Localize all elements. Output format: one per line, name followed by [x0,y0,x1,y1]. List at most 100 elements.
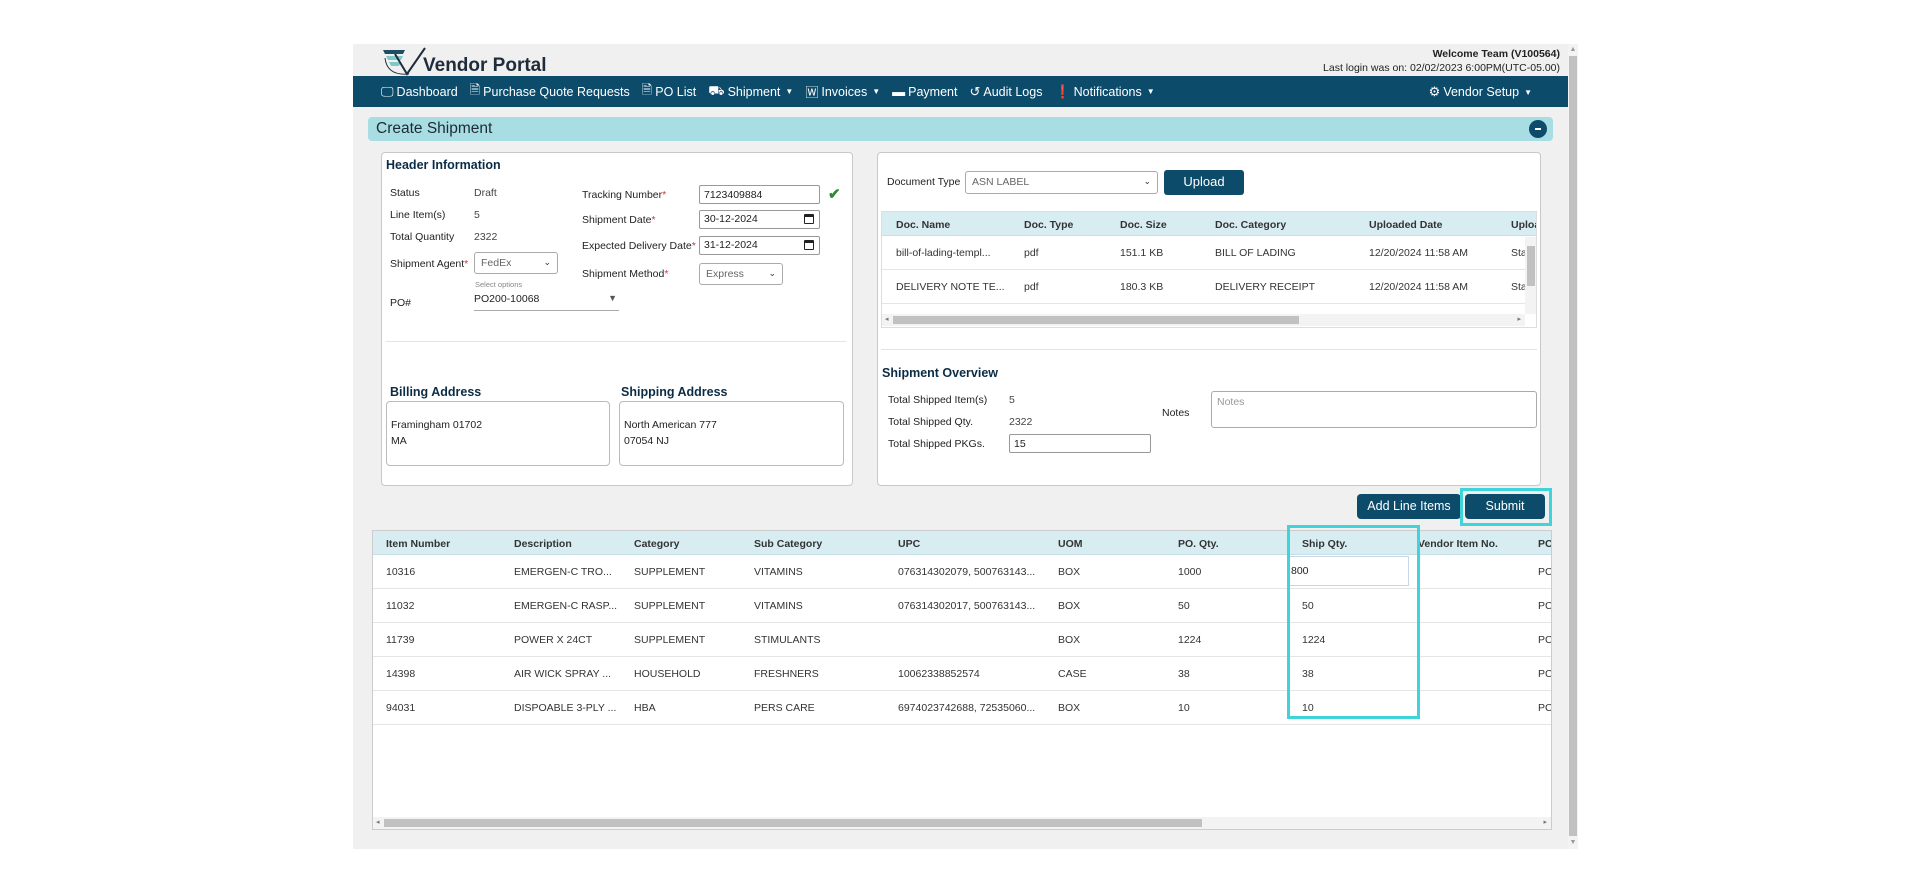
nav-label: Payment [908,84,958,99]
expected-delivery-date-input[interactable]: 31-12-2024 [699,236,820,255]
scroll-left-icon[interactable]: ◂ [376,817,380,829]
page-title: Create Shipment [376,120,493,137]
uom: BOX [1058,702,1081,714]
ship-qty-input[interactable]: 800 [1289,556,1409,586]
nav-dashboard[interactable]: 🖵 Dashboard [381,84,458,100]
column-header[interactable]: Sub Category [754,538,822,550]
submit-button[interactable]: Submit [1465,494,1545,519]
header-information-title: Header Information [386,158,501,172]
scroll-left-icon[interactable]: ◂ [885,314,889,326]
gear-icon: ⚙ [1428,84,1441,99]
ship-qty[interactable]: 38 [1302,668,1314,680]
scrollbar-thumb[interactable] [384,819,1202,827]
calendar-icon[interactable] [804,214,814,224]
uom: BOX [1058,566,1081,578]
column-header[interactable]: Ship Qty. [1302,538,1347,550]
column-header[interactable]: Category [634,538,680,550]
column-header[interactable]: Uploaded Date [1369,219,1443,231]
description: DISPOABLE 3-PLY ... [514,702,617,714]
table-row[interactable]: 94031 DISPOABLE 3-PLY ... HBA PERS CARE … [373,691,1551,725]
documents-vertical-scrollbar[interactable] [1525,237,1536,314]
billing-address-box: Framingham 01702 MA [386,401,610,466]
scrollbar-thumb[interactable] [893,316,1299,324]
column-header[interactable]: PC [1538,538,1551,550]
shipment-date-input[interactable]: 30-12-2024 [699,210,820,229]
date-value: 31-12-2024 [704,239,758,251]
nav-vendor-setup[interactable]: ⚙ Vendor Setup ▼ [1429,84,1532,100]
minus-icon[interactable] [1529,120,1547,138]
document-type-label: Document Type [887,176,961,188]
column-header[interactable]: Doc. Type [1024,219,1073,231]
sub-category: VITAMINS [754,600,803,612]
column-header[interactable]: UPC [898,538,920,550]
table-row[interactable]: 10316 EMERGEN-C TRO... SUPPLEMENT VITAMI… [373,555,1551,589]
label-text: Shipment Agent [390,258,465,270]
shipment-agent-label: Shipment Agent* [390,258,468,270]
nav-shipment[interactable]: ⛟ Shipment ▼ [708,83,793,101]
line-items-grid: Item Number Description Category Sub Cat… [372,530,1552,830]
chevron-down-icon: ⌄ [1143,176,1151,186]
column-header[interactable]: Doc. Name [896,219,950,231]
shipment-method-select[interactable]: Express ⌄ [699,263,783,285]
category: HBA [634,702,656,714]
shipment-method-label: Shipment Method* [582,268,668,280]
table-row[interactable]: 14398 AIR WICK SPRAY ... HOUSEHOLD FRESH… [373,657,1551,691]
total-shipped-items-label: Total Shipped Item(s) [888,394,988,406]
documents-horizontal-scrollbar[interactable]: ◂ ▸ [882,314,1525,326]
billing-address-line: MA [391,435,407,447]
caret-down-icon: ▼ [785,87,794,96]
category: SUPPLEMENT [634,634,706,646]
doc-name[interactable]: DELIVERY NOTE TE... [896,281,1005,293]
logo[interactable]: Vendor Portal [381,46,547,78]
table-row[interactable]: 11032 EMERGEN-C RASP... SUPPLEMENT VITAM… [373,589,1551,623]
column-header[interactable]: Doc. Size [1120,219,1167,231]
nav-po-list[interactable]: 🗎 PO List [642,81,696,103]
scrollbar-thumb[interactable] [1569,56,1577,836]
category: SUPPLEMENT [634,566,706,578]
doc-category: BILL OF LADING [1215,247,1296,259]
calendar-icon[interactable] [804,240,814,250]
documents-grid: Doc. Name Doc. Type Doc. Size Doc. Categ… [881,211,1537,328]
create-shipment-header: Create Shipment [368,117,1553,141]
selected-value: ASN LABEL [972,176,1030,188]
total-shipped-pkgs-input[interactable] [1009,434,1151,453]
ship-qty[interactable]: 50 [1302,600,1314,612]
add-line-items-button[interactable]: Add Line Items [1357,494,1461,519]
scrollbar-thumb[interactable] [1527,246,1535,286]
table-row[interactable]: bill-of-lading-templ... pdf 151.1 KB BIL… [882,236,1536,270]
column-header[interactable]: Doc. Category [1215,219,1286,231]
scroll-right-icon[interactable]: ▸ [1517,314,1521,326]
page-vertical-scrollbar[interactable]: ▲ ▼ [1568,44,1578,849]
total-quantity-value: 2322 [474,231,498,243]
column-header[interactable]: PO. Qty. [1178,538,1219,550]
shipment-date-label: Shipment Date* [582,214,656,226]
nav-payment[interactable]: ▬ Payment [892,84,957,99]
scroll-up-icon[interactable]: ▲ [1569,45,1577,55]
column-header[interactable]: Description [514,538,572,550]
ship-qty[interactable]: 10 [1302,702,1314,714]
nav-invoices[interactable]: 🅆 Invoices ▼ [805,82,880,101]
ship-qty[interactable]: 1224 [1302,634,1325,646]
column-header[interactable]: Vendor Item No. [1418,538,1498,550]
upc: 6974023742688, 72535060... [898,702,1036,714]
doc-name[interactable]: bill-of-lading-templ... [896,247,991,259]
document-type-select[interactable]: ASN LABEL ⌄ [965,171,1158,194]
column-header[interactable]: Item Number [386,538,450,550]
column-header[interactable]: Upload [1511,219,1536,231]
nav-notifications[interactable]: ❗ Notifications ▼ [1054,84,1154,100]
upload-button[interactable]: Upload [1164,170,1244,195]
po-select[interactable]: PO200-10068 ▼ [474,293,619,311]
column-header[interactable]: UOM [1058,538,1083,550]
shipment-agent-select[interactable]: FedEx ⌄ [474,252,558,274]
table-row[interactable]: 11739 POWER X 24CT SUPPLEMENT STIMULANTS… [373,623,1551,657]
tracking-number-input[interactable] [699,185,820,204]
scroll-right-icon[interactable]: ▸ [1543,817,1547,829]
table-row[interactable]: DELIVERY NOTE TE... pdf 180.3 KB DELIVER… [882,270,1536,304]
scroll-down-icon[interactable]: ▼ [1569,838,1577,848]
divider [881,349,1537,350]
nav-purchase-quote-requests[interactable]: 🗎 Purchase Quote Requests [470,81,630,103]
selected-value: FedEx [481,257,512,269]
line-items-horizontal-scrollbar[interactable]: ◂ ▸ [373,817,1551,829]
nav-audit-logs[interactable]: ↺ Audit Logs [969,84,1042,100]
notes-textarea[interactable]: Notes [1211,391,1537,428]
